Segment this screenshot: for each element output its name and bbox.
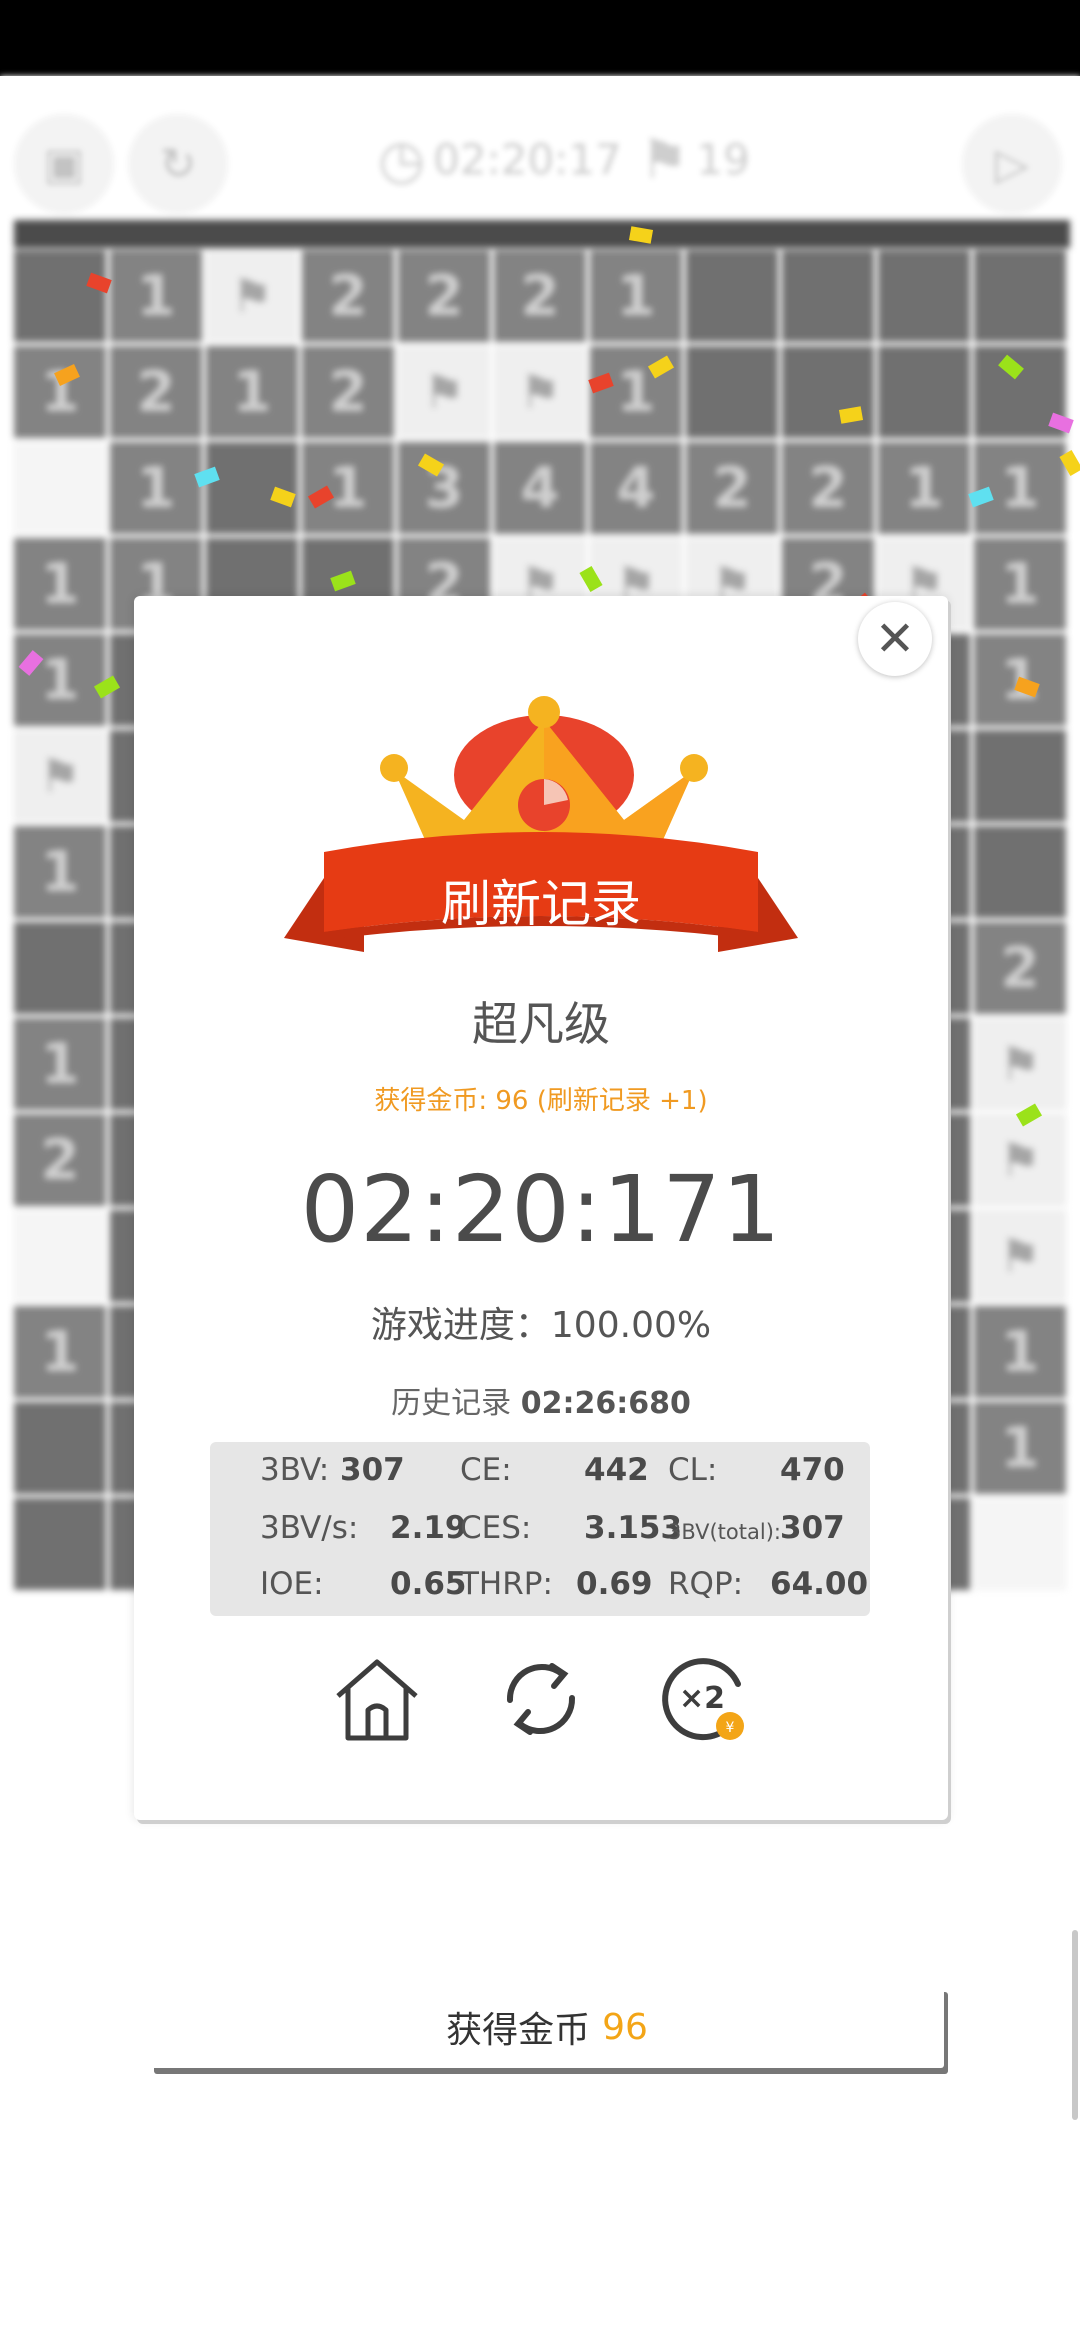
scrollbar[interactable] — [1072, 1930, 1078, 2120]
history-label: 历史记录 — [391, 1386, 512, 1421]
close-icon: ✕ — [874, 611, 916, 667]
history-value: 02:26:680 — [520, 1386, 691, 1421]
history-record: 历史记录 02:26:680 — [134, 1378, 948, 1422]
replay-icon — [506, 1663, 576, 1735]
rank-label: 超凡级 — [472, 997, 610, 1051]
stat-rqp-value: 64.00 — [770, 1566, 869, 1602]
stat-cl-value: 470 — [780, 1452, 845, 1488]
stats-panel: 3BV: 307 CE: 442 CL: 470 3BV/s: 2.19 CES… — [210, 1442, 870, 1616]
stat-rqp-label: RQP: — [668, 1566, 744, 1602]
replay-button[interactable] — [496, 1654, 586, 1744]
home-button[interactable] — [332, 1654, 422, 1744]
home-icon — [336, 1659, 418, 1741]
svg-text:¥: ¥ — [726, 1720, 735, 1736]
stat-3bv-total-label: 3BV(total): — [668, 1520, 781, 1544]
game-progress: 游戏进度：100.00% — [370, 1305, 712, 1346]
stat-ces-label: CES: — [460, 1510, 532, 1546]
status-bar — [0, 0, 1080, 76]
close-button[interactable]: ✕ — [858, 602, 932, 676]
coins-earned-label: 获得金币 — [446, 2010, 591, 2051]
stat-cl-label: CL: — [668, 1452, 718, 1488]
stat-thrp-value: 0.69 — [576, 1566, 653, 1602]
stat-3bv-total-value: 307 — [780, 1510, 845, 1546]
stat-3bvs-value: 2.19 — [390, 1510, 467, 1546]
stat-3bvs-label: 3BV/s: — [260, 1510, 359, 1546]
double-reward-icon: ×2 ¥ — [662, 1658, 744, 1741]
double-reward-button[interactable]: ×2 ¥ — [658, 1654, 748, 1744]
result-dialog: ✕ 刷新记录 超凡级 获得金币: 96 (刷新记录 +1) 02:20:171 … — [134, 596, 948, 1820]
stat-ce-label: CE: — [460, 1452, 512, 1488]
coins-earned-card[interactable]: 获得金币 96 — [150, 1986, 944, 2068]
svg-text:×2: ×2 — [679, 1681, 725, 1716]
stat-3bv-label: 3BV: — [260, 1452, 330, 1488]
stat-ioe-value: 0.65 — [390, 1566, 467, 1602]
coins-earned-line: 获得金币: 96 (刷新记录 +1) — [374, 1086, 708, 1116]
stat-3bv-value: 307 — [340, 1452, 405, 1488]
record-banner-text: 刷新记录 — [441, 875, 641, 933]
stat-ce-value: 442 — [584, 1452, 649, 1488]
coins-earned-amount: 96 — [602, 2006, 648, 2048]
stat-ioe-label: IOE: — [260, 1566, 324, 1602]
finish-time: 02:20:171 — [300, 1156, 782, 1263]
stat-thrp-label: THRP: — [460, 1566, 553, 1602]
